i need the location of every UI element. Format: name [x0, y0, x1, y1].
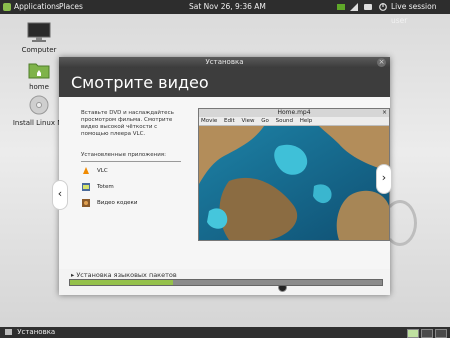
desktop-icon-label: Computer: [21, 46, 57, 54]
close-icon: ×: [381, 109, 387, 116]
menu-edit: Edit: [224, 118, 235, 124]
menu-movie: Movie: [201, 118, 218, 124]
totem-icon: [82, 183, 90, 191]
app-item-codecs: Видео кодеки: [81, 196, 181, 210]
menu-help: Help: [299, 118, 313, 124]
taskbar-item-label: Установка: [17, 328, 56, 336]
session-user[interactable]: Live session user: [391, 0, 450, 28]
window-icon: [5, 329, 12, 335]
movie-player-titlebar: Home.mp4 ×: [199, 109, 389, 117]
workspace-3[interactable]: [435, 329, 447, 338]
menu-go: Go: [261, 118, 269, 124]
install-progress-bar: [69, 279, 383, 286]
app-item-totem: Totem: [81, 180, 181, 194]
menu-view: View: [241, 118, 255, 124]
clock[interactable]: Sat Nov 26, 9:36 AM: [189, 0, 266, 14]
app-label: VLC: [97, 168, 108, 174]
folder-icon: [28, 63, 50, 79]
dialog-titlebar[interactable]: Установка ×: [59, 57, 390, 68]
workspace-1[interactable]: [407, 329, 419, 338]
app-label: Totem: [97, 184, 114, 190]
taskbar-item-installer[interactable]: Установка: [5, 327, 55, 338]
battery-icon[interactable]: [337, 3, 345, 11]
previous-slide-button[interactable]: ‹: [52, 180, 68, 210]
movie-player-menubar: Movie Edit View Go Sound Help: [199, 117, 389, 126]
bottom-panel: Установка: [0, 327, 450, 338]
close-icon[interactable]: ×: [377, 58, 386, 67]
slide-description: Вставьте DVD и наслаждайтесь просмотром …: [81, 110, 174, 137]
install-progress-fill: [70, 280, 173, 285]
computer-icon: [27, 22, 51, 42]
disc-icon: [29, 95, 49, 115]
movie-player-title: Home.mp4: [277, 109, 311, 116]
slide-body: Вставьте DVD и наслаждайтесь просмотром …: [52, 97, 392, 292]
installed-apps-heading: Установленные приложения:: [81, 152, 181, 162]
desktop-computer[interactable]: Computer: [9, 22, 69, 54]
network-icon[interactable]: [350, 3, 358, 11]
movie-player-window: Home.mp4 × Movie Edit View Go Sound Help: [198, 108, 390, 241]
power-icon[interactable]: [379, 3, 387, 11]
workspace-2[interactable]: [421, 329, 433, 338]
slide-text: Вставьте DVD и наслаждайтесь просмотром …: [81, 110, 181, 210]
vlc-icon: [83, 167, 89, 174]
dialog-title: Установка: [205, 58, 244, 66]
menu-sound: Sound: [275, 118, 293, 124]
app-item-vlc: VLC: [81, 164, 181, 178]
next-slide-button[interactable]: ›: [376, 164, 392, 194]
chat-icon[interactable]: [364, 3, 372, 11]
places-menu[interactable]: Places: [59, 0, 83, 14]
applications-menu[interactable]: Applications: [14, 0, 60, 14]
slide-heading: Смотрите видео: [59, 68, 390, 97]
video-frame: [199, 126, 389, 240]
installer-dialog: Установка × Смотрите видео Вставьте DVD …: [52, 57, 392, 295]
app-label: Видео кодеки: [97, 200, 138, 206]
top-panel: Applications Places Sat Nov 26, 9:36 AM …: [0, 0, 450, 25]
codec-icon: [82, 199, 90, 207]
install-status-text: ▸ Установка языковых пакетов: [71, 271, 177, 279]
